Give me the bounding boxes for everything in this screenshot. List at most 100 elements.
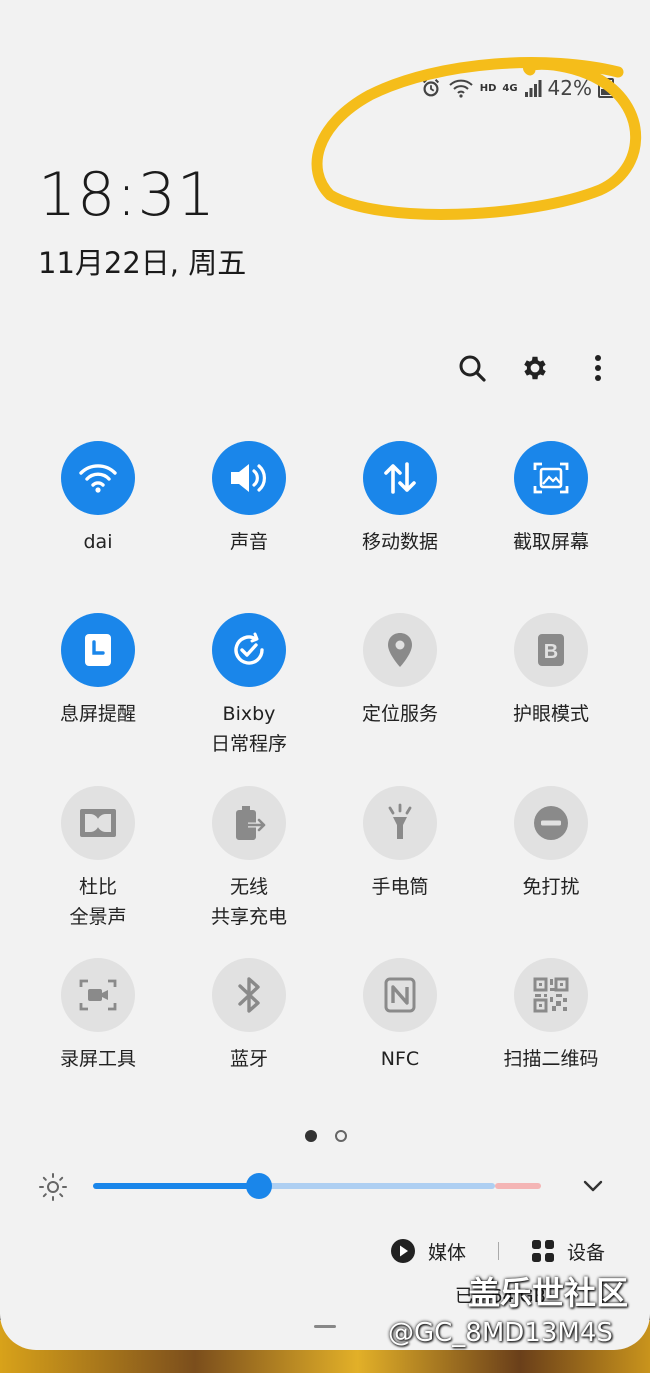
tile-screenshot-label: 截取屏幕 [512,531,589,553]
tile-wireless-share-toggle[interactable] [212,786,286,860]
tile-eye-comfort-toggle[interactable]: B [514,613,588,687]
devices-grid-icon [532,1240,555,1262]
tile-bluetooth-toggle[interactable] [212,958,286,1032]
page-indicator [305,1130,347,1142]
tile-bixby-label: Bixby 日常程序 [210,703,287,755]
nfc-icon [383,977,417,1013]
tile-dolby-label: 杜比 全景声 [69,876,127,928]
tile-wifi-label: dai [83,531,113,553]
hd-indicator: HD [479,82,497,94]
tile-nfc-label: NFC [380,1048,420,1070]
battery-icon [598,78,614,98]
tile-flashlight-label: 手电筒 [371,876,429,898]
more-vertical-icon [595,355,601,381]
divider [498,1242,500,1260]
tile-wireless-share-label: 无线 共享充电 [210,876,287,928]
tile-bixby-toggle[interactable] [212,613,286,687]
tile-wireless-share[interactable]: 无线 共享充电 [174,786,324,932]
tile-nfc-toggle[interactable] [363,958,437,1032]
media-button[interactable]: 媒体 [390,1238,466,1265]
eye-comfort-b-icon: B [535,632,567,668]
devices-label: 设备 [567,1241,606,1264]
search-icon [459,355,486,382]
search-button[interactable] [450,346,494,390]
panel-actions [450,346,620,390]
clock-screen-icon [82,632,114,668]
minus-circle-icon [532,804,570,842]
qr-code-icon [532,976,570,1014]
tile-sound[interactable]: 声音 [174,441,324,557]
tile-dolby-toggle[interactable] [61,786,135,860]
signal-icon [524,78,542,98]
tile-dnd[interactable]: 免打扰 [476,786,626,902]
media-label: 媒体 [428,1241,467,1264]
tile-aod[interactable]: 息屏提醒 [23,613,173,729]
tile-sound-toggle[interactable] [212,441,286,515]
tile-dolby[interactable]: 杜比 全景声 [23,786,173,932]
tile-dnd-label: 免打扰 [522,876,580,898]
battery-share-icon [230,804,268,842]
tile-location-toggle[interactable] [363,613,437,687]
tile-aod-toggle[interactable] [61,613,135,687]
settings-button[interactable] [513,346,557,390]
tile-mobile-data-toggle[interactable] [363,441,437,515]
brightness-thumb[interactable] [246,1173,272,1199]
tile-screen-record-label: 录屏工具 [59,1048,136,1070]
wifi-icon [78,461,118,495]
tile-screen-record[interactable]: 录屏工具 [23,958,173,1074]
tile-qr[interactable]: 扫描二维码 [476,958,626,1074]
watermark-community: 盖乐世社区 [468,1274,629,1312]
tile-qr-label: 扫描二维码 [503,1048,599,1070]
tile-flashlight[interactable]: 手电筒 [325,786,475,902]
watermark-user: @GC_8MD13M4S [388,1318,613,1348]
devices-button[interactable]: 设备 [531,1238,605,1265]
tile-screenshot[interactable]: 截取屏幕 [476,441,626,557]
page-dot-1[interactable] [305,1130,317,1142]
tile-bluetooth-label: 蓝牙 [229,1048,268,1070]
battery-percent: 42% [547,76,592,100]
panel-drag-handle[interactable] [314,1325,336,1328]
tile-mobile-data[interactable]: 移动数据 [325,441,475,557]
tile-nfc[interactable]: NFC [325,958,475,1074]
tile-wifi[interactable]: dai [23,441,173,557]
video-record-icon [78,977,118,1013]
gear-icon [524,356,546,380]
tile-bixby[interactable]: Bixby 日常程序 [174,613,324,759]
clock-date: 11月22日, 周五 [38,246,247,280]
tile-dnd-toggle[interactable] [514,786,588,860]
clock-time: 18:31 [38,160,216,230]
tile-bluetooth[interactable]: 蓝牙 [174,958,324,1074]
tile-screenshot-toggle[interactable] [514,441,588,515]
speaker-icon [228,460,270,496]
tile-wifi-toggle[interactable] [61,441,135,515]
tile-eye-comfort-label: 护眼模式 [512,703,589,725]
quick-settings-panel: HD 4G 42% 18:31 11月22日, 周五 dai 声音 移动数据 截取屏幕… [0,0,650,1350]
tile-flashlight-toggle[interactable] [363,786,437,860]
network-indicator: 4G [502,82,518,94]
more-options-button[interactable] [576,346,620,390]
svg-text:B: B [544,641,558,663]
page-dot-2[interactable] [335,1130,347,1142]
location-pin-icon [385,631,415,669]
data-arrows-icon [382,460,418,496]
tile-aod-label: 息屏提醒 [59,703,136,725]
tile-screen-record-toggle[interactable] [61,958,135,1032]
wifi-status-icon [448,77,474,99]
bluetooth-icon [235,975,263,1015]
media-devices-bar: 媒体 设备 [390,1234,605,1268]
brightness-slider[interactable] [93,1173,541,1199]
bixby-check-icon [229,630,269,670]
screenshot-icon [532,460,570,496]
alarm-icon [420,77,442,99]
tile-location-label: 定位服务 [361,703,438,725]
play-circle-icon [391,1239,415,1263]
tile-eye-comfort[interactable]: B 护眼模式 [476,613,626,729]
status-bar: HD 4G 42% [420,74,614,102]
tile-location[interactable]: 定位服务 [325,613,475,729]
tile-sound-label: 声音 [229,531,268,553]
dolby-icon [78,807,118,839]
chevron-down-icon[interactable] [580,1173,606,1199]
tile-qr-toggle[interactable] [514,958,588,1032]
tile-mobile-data-label: 移动数据 [361,531,438,553]
brightness-icon [39,1173,67,1201]
